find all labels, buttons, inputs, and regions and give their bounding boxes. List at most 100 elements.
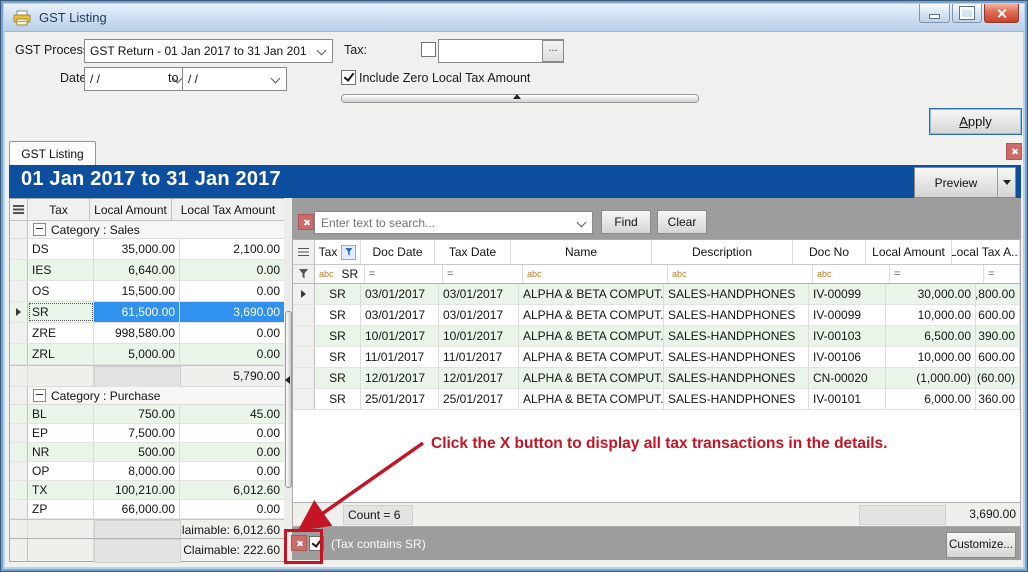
cell-doc-date[interactable]: 25/01/2017 bbox=[361, 389, 439, 409]
tax-browse-button[interactable]: ... bbox=[542, 40, 564, 62]
cell-local-tax-amount[interactable]: 0.00 bbox=[180, 424, 285, 442]
cell-local-amount[interactable]: 15,500.00 bbox=[94, 281, 180, 301]
cell-local-tax-amount[interactable]: 0.00 bbox=[180, 260, 285, 280]
cell-local-tax-amount[interactable]: 0.00 bbox=[180, 500, 285, 518]
table-row-current[interactable]: SR 03/01/2017 03/01/2017 ALPHA & BETA CO… bbox=[293, 284, 1020, 305]
tab-gst-listing[interactable]: GST Listing bbox=[9, 141, 96, 166]
cell-local-tax-amount[interactable]: (60.00) bbox=[976, 368, 1020, 388]
cell-local-tax-amount[interactable]: 600.00 bbox=[976, 305, 1020, 325]
filter-cell-doc-no[interactable]: abc bbox=[813, 265, 890, 283]
clear-button[interactable]: Clear bbox=[657, 210, 707, 234]
cell-tax-date[interactable]: 03/01/2017 bbox=[439, 284, 519, 304]
cell-tax[interactable]: SR bbox=[315, 368, 361, 388]
cell-local-amount[interactable]: 750.00 bbox=[94, 405, 180, 423]
cell-local-tax-amount[interactable]: 2,100.00 bbox=[180, 239, 285, 259]
table-row[interactable]: SR 12/01/2017 12/01/2017 ALPHA & BETA CO… bbox=[293, 368, 1020, 389]
active-filter-icon[interactable] bbox=[341, 245, 356, 260]
cell-doc-date[interactable]: 12/01/2017 bbox=[361, 368, 439, 388]
cell-local-amount[interactable]: 10,000.00 bbox=[886, 347, 976, 367]
column-header-local-amount[interactable]: Local Amount bbox=[90, 199, 172, 220]
cell-doc-date[interactable]: 03/01/2017 bbox=[361, 284, 439, 304]
filter-cell-tax-date[interactable]: = bbox=[443, 265, 523, 283]
cell-description[interactable]: SALES-HANDPHONES bbox=[664, 305, 809, 325]
filter-cell-description[interactable]: abc bbox=[668, 265, 813, 283]
cell-name[interactable]: ALPHA & BETA COMPUT... bbox=[519, 305, 664, 325]
cell-doc-no[interactable]: IV-00106 bbox=[809, 347, 886, 367]
cell-tax[interactable]: BL bbox=[28, 405, 94, 423]
cell-local-amount[interactable]: 7,500.00 bbox=[94, 424, 180, 442]
cell-doc-date[interactable]: 10/01/2017 bbox=[361, 326, 439, 346]
column-header-local-tax-amount[interactable]: Local Tax A... bbox=[952, 240, 1020, 264]
cell-local-tax-amount[interactable]: 0.00 bbox=[180, 443, 285, 461]
collapse-icon[interactable] bbox=[33, 223, 46, 236]
column-chooser-button[interactable] bbox=[10, 199, 28, 220]
cell-name[interactable]: ALPHA & BETA COMPUT... bbox=[519, 347, 664, 367]
cell-description[interactable]: SALES-HANDPHONES bbox=[664, 326, 809, 346]
cell-tax[interactable]: SR bbox=[315, 347, 361, 367]
cell-name[interactable]: ALPHA & BETA COMPUT... bbox=[519, 389, 664, 409]
table-row[interactable]: SR 10/01/2017 10/01/2017 ALPHA & BETA CO… bbox=[293, 326, 1020, 347]
title-bar[interactable]: GST Listing bbox=[4, 4, 1024, 32]
collapse-icon[interactable] bbox=[33, 389, 46, 402]
cell-tax[interactable]: OS bbox=[28, 281, 94, 301]
column-chooser-button[interactable] bbox=[293, 240, 315, 264]
cell-tax[interactable]: EP bbox=[28, 424, 94, 442]
cell-local-amount[interactable]: 61,500.00 bbox=[94, 302, 180, 322]
apply-button[interactable]: Apply bbox=[929, 108, 1022, 135]
cell-local-tax-amount[interactable]: 0.00 bbox=[180, 462, 285, 480]
cell-doc-no[interactable]: IV-00103 bbox=[809, 326, 886, 346]
table-row[interactable]: TX 100,210.00 6,012.60 bbox=[10, 481, 285, 500]
cell-local-amount[interactable]: 6,000.00 bbox=[886, 389, 976, 409]
cell-local-amount[interactable]: (1,000.00) bbox=[886, 368, 976, 388]
cell-description[interactable]: SALES-HANDPHONES bbox=[664, 389, 809, 409]
cell-tax[interactable]: SR bbox=[315, 284, 361, 304]
cell-doc-no[interactable]: IV-00099 bbox=[809, 284, 886, 304]
column-header-local-tax-amount[interactable]: Local Tax Amount bbox=[172, 199, 285, 220]
cell-name[interactable]: ALPHA & BETA COMPUT... bbox=[519, 368, 664, 388]
close-button[interactable] bbox=[984, 4, 1019, 23]
cell-tax[interactable]: ZRL bbox=[28, 344, 94, 364]
cell-local-amount[interactable]: 35,000.00 bbox=[94, 239, 180, 259]
preview-button[interactable]: Preview bbox=[914, 167, 997, 198]
date-to-select[interactable]: / / bbox=[182, 67, 287, 91]
cell-tax[interactable]: SR bbox=[315, 389, 361, 409]
column-header-doc-date[interactable]: Doc Date bbox=[361, 240, 435, 264]
cell-local-amount[interactable]: 66,000.00 bbox=[94, 500, 180, 518]
column-header-tax[interactable]: Tax bbox=[28, 199, 90, 220]
cell-tax[interactable]: DS bbox=[28, 239, 94, 259]
cell-doc-no[interactable]: IV-00099 bbox=[809, 305, 886, 325]
cell-tax-date[interactable]: 12/01/2017 bbox=[439, 368, 519, 388]
splitter-handle[interactable] bbox=[285, 311, 292, 488]
cell-local-amount[interactable]: 998,580.00 bbox=[94, 323, 180, 343]
column-header-tax[interactable]: Tax bbox=[315, 240, 361, 264]
table-row[interactable]: IES 6,640.00 0.00 bbox=[10, 260, 285, 281]
cell-tax[interactable]: TX bbox=[28, 481, 94, 499]
cell-tax-date[interactable]: 25/01/2017 bbox=[439, 389, 519, 409]
cell-local-tax-amount[interactable]: 0.00 bbox=[180, 344, 285, 364]
cell-tax[interactable]: IES bbox=[28, 260, 94, 280]
cell-local-tax-amount[interactable]: 45.00 bbox=[180, 405, 285, 423]
cell-tax[interactable]: SR bbox=[315, 305, 361, 325]
cell-doc-date[interactable]: 11/01/2017 bbox=[361, 347, 439, 367]
cell-tax[interactable]: SR bbox=[315, 326, 361, 346]
table-row[interactable]: SR 03/01/2017 03/01/2017 ALPHA & BETA CO… bbox=[293, 305, 1020, 326]
column-header-local-amount[interactable]: Local Amount bbox=[866, 240, 952, 264]
cell-name[interactable]: ALPHA & BETA COMPUT... bbox=[519, 326, 664, 346]
table-row[interactable]: OS 15,500.00 0.00 bbox=[10, 281, 285, 302]
cell-description[interactable]: SALES-HANDPHONES bbox=[664, 284, 809, 304]
filter-icon[interactable] bbox=[293, 265, 315, 283]
splitter-collapse-icon[interactable] bbox=[513, 94, 521, 99]
column-header-doc-no[interactable]: Doc No bbox=[793, 240, 866, 264]
cell-tax[interactable]: NR bbox=[28, 443, 94, 461]
cell-local-tax-amount[interactable]: 6,012.60 bbox=[180, 481, 285, 499]
cell-doc-no[interactable]: IV-00101 bbox=[809, 389, 886, 409]
table-row[interactable]: SR 11/01/2017 11/01/2017 ALPHA & BETA CO… bbox=[293, 347, 1020, 368]
tab-close-button[interactable] bbox=[1006, 143, 1022, 160]
cell-tax-date[interactable]: 03/01/2017 bbox=[439, 305, 519, 325]
column-header-name[interactable]: Name bbox=[511, 240, 652, 264]
cell-doc-no[interactable]: CN-00020 bbox=[809, 368, 886, 388]
cell-local-amount[interactable]: 30,000.00 bbox=[886, 284, 976, 304]
table-row[interactable]: DS 35,000.00 2,100.00 bbox=[10, 239, 285, 260]
filter-cell-local-amount[interactable]: = bbox=[890, 265, 984, 283]
cell-local-tax-amount[interactable]: 0.00 bbox=[180, 323, 285, 343]
